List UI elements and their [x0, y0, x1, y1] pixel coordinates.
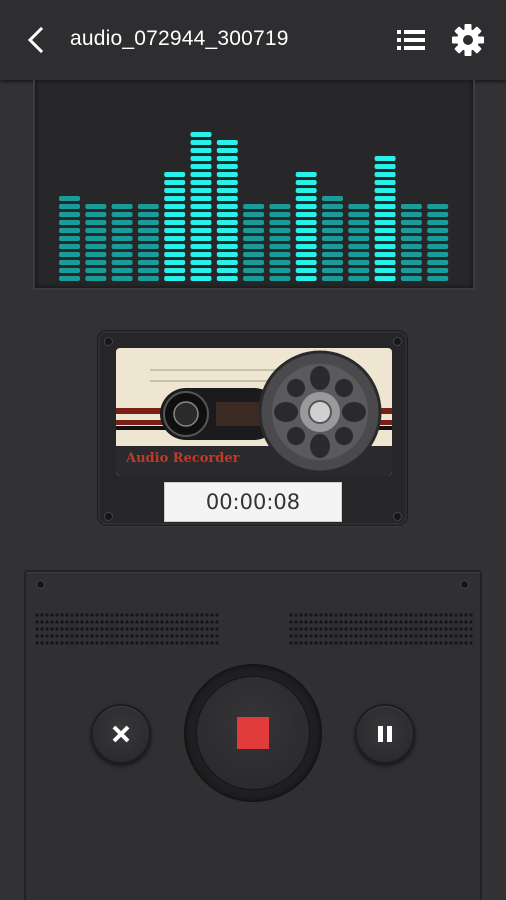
level-column [322, 196, 343, 281]
list-icon [397, 30, 425, 50]
close-icon [112, 725, 130, 743]
app-toolbar: audio_072944_300719 [0, 0, 506, 80]
back-button[interactable] [20, 24, 52, 56]
level-column [243, 204, 265, 281]
screw [460, 580, 469, 589]
cancel-button[interactable] [91, 704, 151, 764]
cassette-label: Audio Recorder [126, 451, 240, 466]
level-column [427, 204, 449, 281]
level-column [59, 196, 80, 281]
recordings-list-button[interactable] [395, 25, 427, 55]
screw [36, 580, 45, 589]
screw [104, 337, 113, 346]
pause-button[interactable] [355, 704, 415, 764]
level-column [85, 204, 107, 281]
level-column [348, 204, 370, 281]
speaker-grille-right [289, 613, 473, 645]
screw [104, 512, 113, 521]
chevron-left-icon [27, 26, 44, 54]
elapsed-time-display: 00:00:08 [164, 482, 342, 522]
level-column [295, 172, 317, 281]
level-column [190, 132, 212, 281]
level-bars [59, 132, 449, 281]
level-column [269, 204, 291, 281]
level-column [164, 172, 186, 281]
speaker-grille-left [35, 613, 219, 645]
settings-button[interactable] [450, 22, 486, 58]
recording-title: audio_072944_300719 [70, 27, 289, 50]
level-column [137, 204, 159, 281]
cassette-tape-graphic: Audio Recorder [116, 348, 392, 476]
screw [393, 337, 402, 346]
level-column [374, 156, 396, 281]
screw [393, 512, 402, 521]
pause-icon [378, 726, 392, 742]
level-column [111, 204, 133, 281]
level-column [216, 140, 238, 281]
gear-icon [452, 24, 484, 56]
stop-icon [237, 717, 269, 749]
audio-level-visualizer [33, 80, 475, 290]
level-column [400, 204, 422, 281]
